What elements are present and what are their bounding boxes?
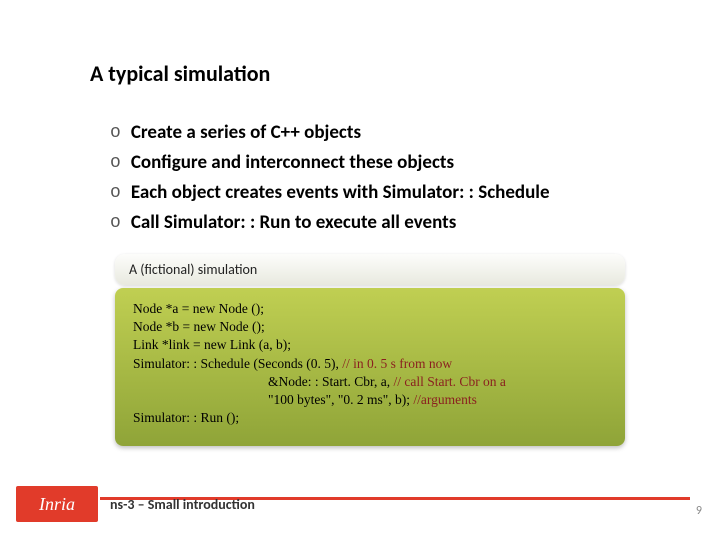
bullet-text: Call Simulator: : Run to execute all eve… <box>131 210 457 236</box>
code-line: &Node: : Start. Cbr, a, // call Start. C… <box>133 373 607 391</box>
bullet-marker: o <box>110 120 121 146</box>
code-comment: // in 0. 5 s from now <box>342 356 452 371</box>
page-number: 9 <box>696 504 702 518</box>
bullet-marker: o <box>110 150 121 176</box>
code-line: "100 bytes", "0. 2 ms", b); //arguments <box>133 391 607 409</box>
code-line: Node *a = new Node (); <box>133 300 607 318</box>
bullet-item: o Call Simulator: : Run to execute all e… <box>110 210 670 236</box>
code-block: Node *a = new Node (); Node *b = new Nod… <box>115 288 625 446</box>
bullet-list: o Create a series of C++ objects o Confi… <box>110 120 670 240</box>
bullet-item: o Configure and interconnect these objec… <box>110 150 670 176</box>
code-comment: //arguments <box>413 392 477 407</box>
code-line: Link *link = new Link (a, b); <box>133 336 607 354</box>
footer-text: ns-3 – Small introduction <box>110 496 255 513</box>
code-comment: // call Start. Cbr on a <box>393 374 505 389</box>
bullet-marker: o <box>110 180 121 206</box>
bullet-text: Create a series of C++ objects <box>131 120 361 146</box>
footer: Inria ns-3 – Small introduction <box>0 486 720 522</box>
bullet-text: Configure and interconnect these objects <box>131 150 454 176</box>
code-line: Node *b = new Node (); <box>133 318 607 336</box>
code-line: Simulator: : Run (); <box>133 409 607 427</box>
bullet-item: o Each object creates events with Simula… <box>110 180 670 206</box>
code-line: Simulator: : Schedule (Seconds (0. 5), /… <box>133 355 607 373</box>
inria-logo: Inria <box>16 486 98 522</box>
bullet-item: o Create a series of C++ objects <box>110 120 670 146</box>
slide-title: A typical simulation <box>90 60 270 87</box>
bullet-marker: o <box>110 210 121 236</box>
code-subtitle: A (fictional) simulation <box>115 254 625 285</box>
bullet-text: Each object creates events with Simulato… <box>131 180 550 206</box>
